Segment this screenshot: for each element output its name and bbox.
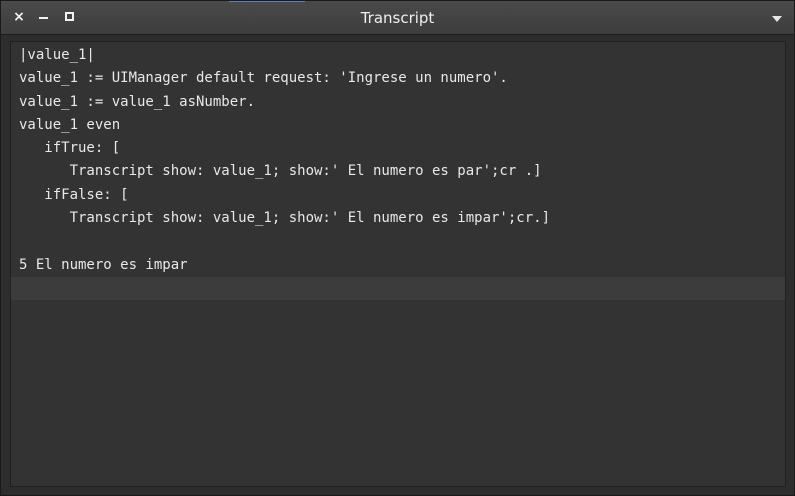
transcript-line: value_1 := UIManager default request: 'I… [19, 70, 508, 87]
transcript-line: 5 El numero es impar [19, 256, 188, 273]
title-bar[interactable]: × Transcript [1, 1, 794, 35]
transcript-lines: |value_1| value_1 := UIManager default r… [11, 44, 785, 301]
menu-arrow-icon[interactable] [772, 16, 782, 22]
transcript-window: × Transcript |value_1| value_1 := UIMana… [0, 0, 795, 496]
transcript-line: Transcript show: value_1; show:' El nume… [19, 163, 542, 180]
current-line[interactable] [11, 276, 785, 301]
transcript-line: value_1 even [19, 116, 121, 133]
transcript-line: ifTrue: [ [19, 140, 121, 157]
transcript-line: ifFalse: [ [19, 186, 129, 203]
transcript-line [11, 230, 785, 253]
transcript-text-area[interactable]: |value_1| value_1 := UIManager default r… [10, 41, 786, 487]
transcript-line: value_1 := value_1 asNumber. [19, 93, 256, 110]
window-title: Transcript [360, 9, 435, 27]
transcript-line: Transcript show: value_1; show:' El nume… [19, 210, 551, 227]
transcript-line: |value_1| [19, 47, 95, 63]
